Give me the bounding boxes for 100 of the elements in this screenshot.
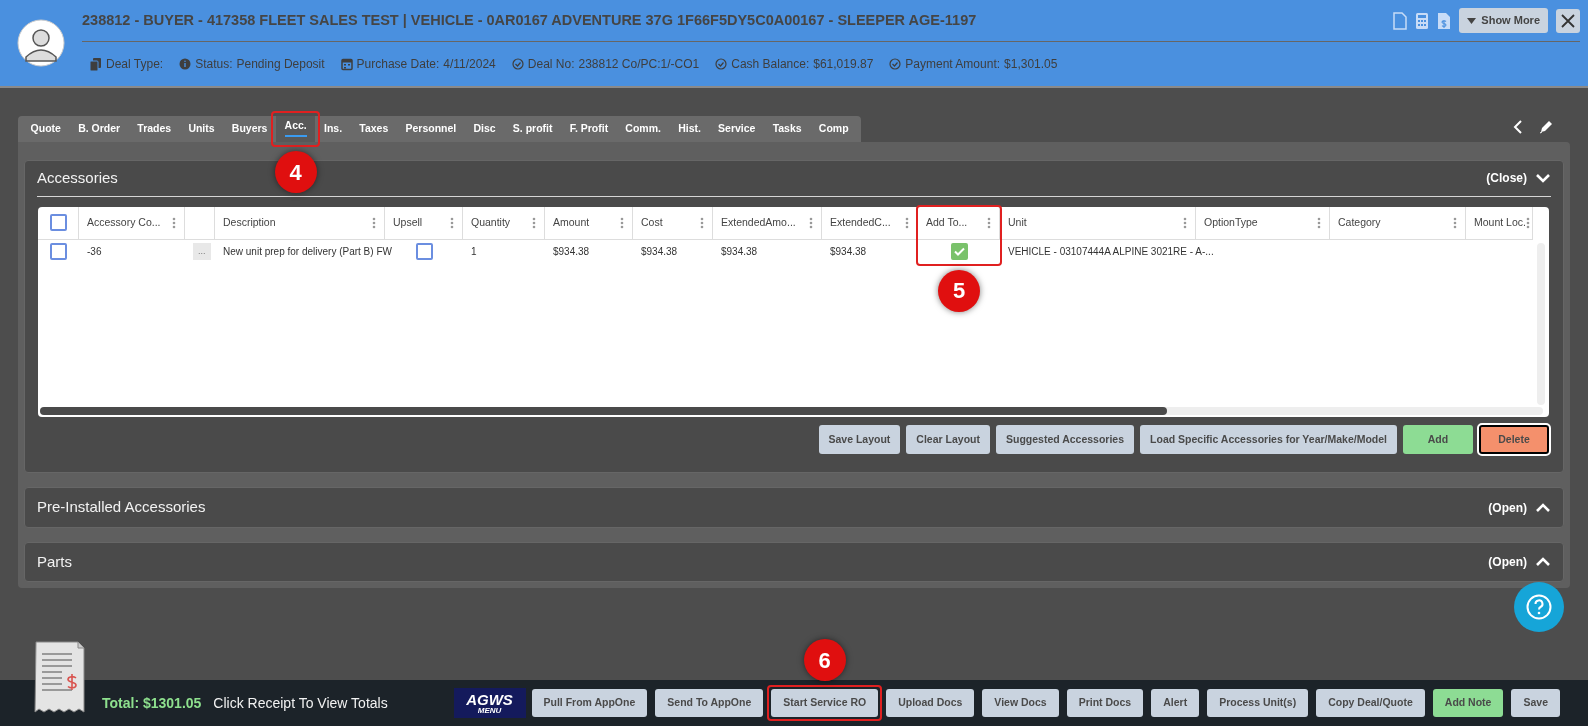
column-header[interactable]: Cost bbox=[641, 214, 663, 231]
column-header[interactable]: Accessory Co... bbox=[87, 214, 161, 231]
horizontal-scrollbar[interactable] bbox=[40, 406, 1543, 415]
action-button[interactable]: Print Docs bbox=[1066, 689, 1144, 717]
delete-button[interactable]: Delete bbox=[1479, 424, 1549, 455]
section-toggle[interactable]: (Open) bbox=[1488, 553, 1527, 571]
tab[interactable]: Buyers bbox=[223, 116, 276, 142]
column-header[interactable]: Upsell bbox=[393, 214, 423, 231]
close-icon bbox=[1561, 13, 1575, 28]
menu-logo[interactable]: AGWS MENU bbox=[453, 688, 526, 718]
column-header[interactable]: Category bbox=[1338, 214, 1381, 231]
action-button[interactable]: Save Layout bbox=[818, 424, 901, 455]
kebab-menu-icon[interactable] bbox=[532, 216, 536, 229]
check-circle-icon bbox=[511, 57, 524, 71]
tab[interactable]: Taxes bbox=[350, 116, 397, 142]
column-header[interactable]: Add To... bbox=[926, 214, 968, 231]
action-button[interactable]: Start Service RO bbox=[771, 689, 879, 717]
action-button[interactable]: View Docs bbox=[982, 689, 1059, 717]
kebab-menu-icon[interactable] bbox=[1183, 216, 1187, 229]
row-checkbox[interactable] bbox=[50, 243, 67, 260]
more-button[interactable]: ... bbox=[193, 243, 211, 260]
column-header[interactable]: Amount bbox=[553, 214, 590, 231]
info-icon bbox=[179, 57, 192, 71]
check-circle-icon bbox=[715, 57, 728, 71]
document-icon[interactable] bbox=[1393, 11, 1408, 30]
column-header[interactable]: Description bbox=[223, 214, 276, 231]
chevron-up-icon[interactable] bbox=[1535, 557, 1551, 567]
meta-label: Status: bbox=[195, 56, 233, 73]
calendar-icon bbox=[340, 57, 353, 71]
kebab-menu-icon[interactable] bbox=[450, 216, 454, 229]
action-button[interactable]: Load Specific Accessories for Year/Make/Model bbox=[1140, 424, 1397, 455]
tab[interactable]: Personnel bbox=[396, 116, 465, 142]
kebab-menu-icon[interactable] bbox=[620, 216, 624, 229]
add-note-button[interactable]: Add Note bbox=[1432, 689, 1504, 717]
section-title: Parts bbox=[37, 551, 72, 572]
section-title: Pre-Installed Accessories bbox=[37, 497, 206, 518]
column-header[interactable]: Quantity bbox=[471, 214, 511, 231]
close-button[interactable] bbox=[1556, 8, 1580, 33]
calculator-icon[interactable] bbox=[1415, 11, 1430, 30]
meta-value: Pending Deposit bbox=[236, 56, 325, 73]
tab[interactable]: Ins. bbox=[315, 116, 351, 142]
table-cell-text: $934.38 bbox=[553, 245, 590, 259]
total-text: Total: $1301.05 bbox=[102, 693, 202, 713]
kebab-menu-icon[interactable] bbox=[905, 216, 909, 229]
action-button[interactable]: Alert bbox=[1151, 689, 1200, 717]
show-more-button[interactable]: Show More bbox=[1459, 8, 1548, 33]
invoice-icon[interactable] bbox=[1437, 11, 1452, 30]
tab[interactable]: Acc. bbox=[276, 116, 316, 142]
tab[interactable]: Trades bbox=[128, 116, 180, 142]
column-header[interactable]: Unit bbox=[1008, 214, 1027, 231]
chevron-left-icon[interactable] bbox=[1513, 119, 1523, 134]
chevron-up-icon[interactable] bbox=[1535, 502, 1551, 513]
tab[interactable]: Hist. bbox=[669, 116, 710, 142]
kebab-menu-icon[interactable] bbox=[372, 216, 376, 229]
kebab-menu-icon[interactable] bbox=[809, 216, 813, 229]
hint-text: Click Receipt To View Totals bbox=[213, 693, 389, 713]
chevron-down-icon[interactable] bbox=[1535, 173, 1551, 184]
tab[interactable]: F. Profit bbox=[561, 116, 617, 142]
column-header[interactable]: ExtendedC... bbox=[830, 214, 891, 231]
meta-value: $1,301.05 bbox=[1004, 56, 1058, 73]
tab[interactable]: Disc bbox=[464, 116, 505, 142]
action-button[interactable]: Clear Layout bbox=[906, 424, 990, 455]
pencil-icon[interactable] bbox=[1539, 119, 1554, 134]
tab[interactable]: Quote bbox=[22, 116, 70, 142]
avatar-icon bbox=[17, 19, 65, 67]
check-circle-icon bbox=[889, 57, 902, 71]
checkbox[interactable] bbox=[415, 243, 433, 260]
tab[interactable]: B. Order bbox=[69, 116, 129, 142]
help-button[interactable] bbox=[1514, 582, 1564, 632]
kebab-menu-icon[interactable] bbox=[1317, 216, 1321, 229]
tab[interactable]: Units bbox=[179, 116, 224, 142]
table-cell-text: $934.38 bbox=[641, 245, 678, 259]
column-header[interactable]: ExtendedAmo... bbox=[721, 214, 796, 231]
select-all-checkbox[interactable] bbox=[49, 214, 67, 231]
section-toggle[interactable]: (Open) bbox=[1488, 498, 1527, 517]
caret-icon bbox=[1467, 17, 1477, 24]
checkbox[interactable] bbox=[950, 243, 968, 260]
action-button[interactable]: Send To AppOne bbox=[655, 689, 764, 717]
action-button[interactable]: Process Unit(s) bbox=[1207, 689, 1309, 717]
tab[interactable]: Comp bbox=[810, 116, 858, 142]
logo-subtext: MENU bbox=[477, 706, 502, 715]
tab[interactable]: Tasks bbox=[764, 116, 811, 142]
kebab-menu-icon[interactable] bbox=[987, 216, 991, 229]
action-button[interactable]: Save bbox=[1511, 689, 1560, 717]
column-header[interactable]: OptionType bbox=[1204, 214, 1258, 231]
action-button[interactable]: Pull From AppOne bbox=[531, 689, 648, 717]
action-button[interactable]: Upload Docs bbox=[886, 689, 975, 717]
kebab-menu-icon[interactable] bbox=[172, 216, 176, 229]
receipt-icon[interactable] bbox=[32, 640, 88, 714]
tab[interactable]: Comm. bbox=[616, 116, 670, 142]
kebab-menu-icon[interactable] bbox=[1525, 216, 1530, 229]
action-button[interactable]: Suggested Accessories bbox=[995, 424, 1135, 455]
kebab-menu-icon[interactable] bbox=[1453, 216, 1457, 229]
action-button[interactable]: Copy Deal/Quote bbox=[1316, 689, 1425, 717]
section-toggle[interactable]: (Close) bbox=[1486, 169, 1527, 188]
tab[interactable]: Service bbox=[709, 116, 765, 142]
column-header[interactable]: Mount Loc. bbox=[1474, 214, 1526, 231]
tab[interactable]: S. profit bbox=[504, 116, 562, 142]
kebab-menu-icon[interactable] bbox=[700, 216, 704, 229]
add-button[interactable]: Add bbox=[1403, 424, 1473, 455]
